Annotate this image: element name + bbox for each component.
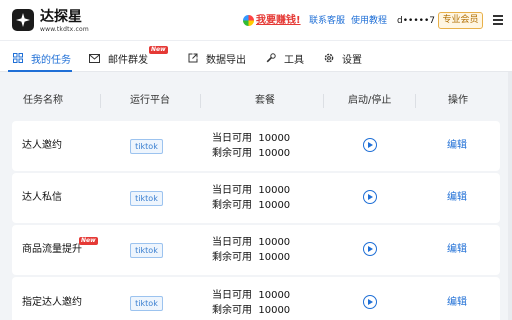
quota-value: 10000 bbox=[258, 290, 291, 301]
tab-data-export[interactable]: 数据导出 bbox=[187, 50, 246, 66]
edit-link[interactable]: 编辑 bbox=[447, 192, 467, 204]
quota-value: 10000 bbox=[258, 305, 291, 316]
table-row: 指定达人邀约 tiktok 当日可用 10000 剩余可用 10000 编辑 bbox=[12, 277, 500, 320]
platform-tag: tiktok bbox=[130, 296, 163, 311]
column-divider bbox=[200, 94, 201, 108]
platform-tag: tiktok bbox=[130, 191, 163, 206]
column-divider bbox=[415, 94, 416, 108]
grid-icon bbox=[12, 53, 23, 64]
hamburger-icon[interactable] bbox=[493, 15, 503, 25]
new-badge: New bbox=[149, 46, 168, 54]
vip-badge[interactable]: 专业会员 bbox=[438, 12, 483, 29]
wrench-icon bbox=[265, 53, 276, 64]
platform-tag: tiktok bbox=[130, 139, 163, 154]
tab-label: 邮件群发 bbox=[108, 54, 148, 66]
export-icon bbox=[187, 53, 198, 64]
table-row: 商品流量提升 New tiktok 当日可用 10000 剩余可用 10000 … bbox=[12, 225, 500, 275]
contact-support-link[interactable]: 联系客服 bbox=[309, 15, 345, 27]
logo[interactable] bbox=[12, 9, 34, 31]
tab-label: 数据导出 bbox=[206, 54, 246, 66]
quota-value: 10000 bbox=[258, 148, 291, 159]
platform-tag: tiktok bbox=[130, 243, 163, 258]
new-badge: New bbox=[79, 237, 98, 245]
brand-name: 达探星 bbox=[40, 9, 82, 25]
table-header: 任务名称 运行平台 套餐 启动/停止 操作 bbox=[0, 86, 512, 116]
tab-mail-broadcast[interactable]: 邮件群发 bbox=[89, 50, 148, 66]
active-tab-indicator bbox=[8, 70, 72, 72]
brand-url: www.tkdtx.com bbox=[40, 26, 89, 33]
quota-label: 当日可用 bbox=[212, 237, 252, 248]
edit-link[interactable]: 编辑 bbox=[447, 140, 467, 152]
plan-quota: 当日可用 10000 剩余可用 10000 bbox=[212, 235, 290, 265]
plan-quota: 当日可用 10000 剩余可用 10000 bbox=[212, 131, 290, 161]
tab-settings[interactable]: 设置 bbox=[323, 50, 362, 66]
quota-value: 10000 bbox=[258, 133, 291, 144]
tab-tools[interactable]: 工具 bbox=[265, 50, 304, 66]
task-name: 指定达人邀约 bbox=[22, 297, 82, 308]
table-row: 达人邀约 tiktok 当日可用 10000 剩余可用 10000 编辑 bbox=[12, 121, 500, 171]
star-logo-icon bbox=[16, 13, 30, 27]
user-name[interactable]: d•••••7 bbox=[397, 15, 435, 27]
column-header-start-stop: 启动/停止 bbox=[348, 95, 392, 106]
tab-my-tasks[interactable]: 我的任务 bbox=[12, 50, 71, 66]
quota-label: 剩余可用 bbox=[212, 305, 252, 316]
scrollbar[interactable] bbox=[508, 72, 512, 320]
column-header-task-name: 任务名称 bbox=[23, 95, 63, 106]
plan-quota: 当日可用 10000 剩余可用 10000 bbox=[212, 288, 290, 318]
quota-label: 当日可用 bbox=[212, 290, 252, 301]
column-divider bbox=[323, 94, 324, 108]
quota-label: 剩余可用 bbox=[212, 200, 252, 211]
play-icon[interactable] bbox=[363, 190, 377, 204]
quota-label: 剩余可用 bbox=[212, 148, 252, 159]
play-icon[interactable] bbox=[363, 242, 377, 256]
quota-value: 10000 bbox=[258, 185, 291, 196]
tab-label: 工具 bbox=[284, 54, 304, 66]
quota-label: 当日可用 bbox=[212, 185, 252, 196]
top-header: 达探星 www.tkdtx.com 我要赚钱! 联系客服 使用教程 d•••••… bbox=[0, 0, 512, 40]
quota-label: 剩余可用 bbox=[212, 252, 252, 263]
task-name: 商品流量提升 bbox=[22, 244, 82, 255]
tutorial-link[interactable]: 使用教程 bbox=[351, 15, 387, 27]
play-icon[interactable] bbox=[363, 138, 377, 152]
column-header-actions: 操作 bbox=[448, 95, 468, 106]
task-name: 达人邀约 bbox=[22, 140, 62, 151]
earn-money-link[interactable]: 我要赚钱! bbox=[256, 14, 301, 27]
play-icon[interactable] bbox=[363, 295, 377, 309]
quota-value: 10000 bbox=[258, 252, 291, 263]
edit-link[interactable]: 编辑 bbox=[447, 297, 467, 309]
tab-label: 我的任务 bbox=[31, 54, 71, 66]
mail-icon bbox=[89, 53, 100, 64]
plan-quota: 当日可用 10000 剩余可用 10000 bbox=[212, 183, 290, 213]
column-divider bbox=[100, 94, 101, 108]
tab-label: 设置 bbox=[342, 54, 362, 66]
task-name: 达人私信 bbox=[22, 192, 62, 203]
chrome-earn-icon bbox=[243, 15, 254, 26]
quota-label: 当日可用 bbox=[212, 133, 252, 144]
table-row: 达人私信 tiktok 当日可用 10000 剩余可用 10000 编辑 bbox=[12, 173, 500, 223]
quota-value: 10000 bbox=[258, 237, 291, 248]
main-tabs: 我的任务 邮件群发 New 数据导出 工具 设置 bbox=[0, 40, 512, 72]
gear-icon bbox=[323, 53, 334, 64]
column-header-plan: 套餐 bbox=[255, 95, 275, 106]
edit-link[interactable]: 编辑 bbox=[447, 244, 467, 256]
column-header-platform: 运行平台 bbox=[130, 95, 170, 106]
quota-value: 10000 bbox=[258, 200, 291, 211]
